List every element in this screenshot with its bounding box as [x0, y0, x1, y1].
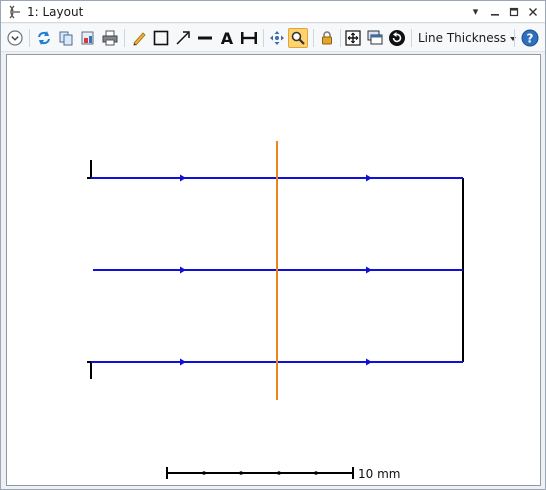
svg-text:?: ? [527, 32, 534, 46]
svg-text:A: A [221, 30, 234, 46]
layout-canvas[interactable]: 10 mm [6, 54, 541, 486]
window-icon[interactable] [365, 28, 385, 48]
line-thickness-dropdown[interactable]: Line Thickness [416, 28, 518, 48]
dropdown-icon[interactable]: ▾ [467, 3, 484, 20]
ray-top-arrow-2 [366, 174, 372, 182]
refresh-icon[interactable] [34, 28, 54, 48]
top-aperture-mark [87, 160, 95, 179]
ray-top-arrow-1 [180, 174, 186, 182]
line-icon[interactable] [195, 28, 215, 48]
reset-icon[interactable] [387, 28, 407, 48]
layout-drawing [87, 141, 464, 479]
close-icon[interactable] [524, 3, 541, 20]
layout-window: 1: Layout ▾ A Line Thickness ? 10 mm [0, 0, 546, 490]
text-icon[interactable]: A [217, 28, 237, 48]
pan-icon[interactable] [267, 28, 287, 48]
arrow-icon[interactable] [173, 28, 193, 48]
lock-icon[interactable] [317, 28, 337, 48]
toolbar: A Line Thickness ? [1, 24, 545, 52]
ray-middle-arrow-1 [180, 266, 186, 274]
scale-bar-label: 10 mm [358, 467, 401, 481]
pencil-icon[interactable] [129, 28, 149, 48]
window-controls: ▾ [467, 3, 541, 20]
dimension-icon[interactable] [239, 28, 259, 48]
ray-middle-arrow-2 [366, 266, 372, 274]
minimize-icon[interactable] [486, 3, 503, 20]
lens-app-icon [6, 4, 22, 20]
restore-icon[interactable] [505, 3, 522, 20]
fit-icon[interactable] [343, 28, 363, 48]
line-thickness-label: Line Thickness [418, 31, 507, 45]
title-bar: 1: Layout ▾ [1, 1, 545, 23]
ray-bottom-arrow-2 [366, 358, 372, 366]
settings-expand-icon[interactable] [5, 28, 25, 48]
print-icon[interactable] [100, 28, 120, 48]
ray-bottom-arrow-1 [180, 358, 186, 366]
export-icon[interactable] [78, 28, 98, 48]
window-title: 1: Layout [27, 5, 84, 19]
help-icon[interactable]: ? [520, 28, 540, 48]
bottom-aperture-mark [87, 361, 95, 379]
zoom-icon[interactable] [288, 28, 308, 48]
rectangle-icon[interactable] [151, 28, 171, 48]
copy-icon[interactable] [56, 28, 76, 48]
scale-bar [166, 467, 354, 479]
